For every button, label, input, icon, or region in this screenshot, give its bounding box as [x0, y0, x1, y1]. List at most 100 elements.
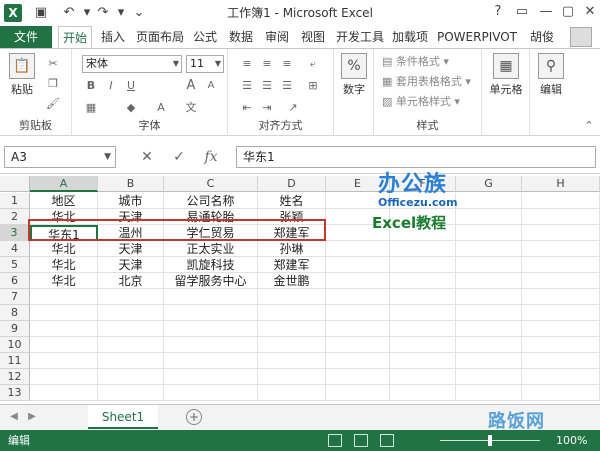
table-cell[interactable] [390, 369, 456, 385]
close-button[interactable]: ✕ [578, 2, 600, 22]
help-button[interactable]: ? [486, 2, 510, 22]
row-header-10[interactable]: 10 [0, 337, 30, 353]
table-cell[interactable] [390, 241, 456, 257]
table-cell[interactable] [390, 273, 456, 289]
table-cell[interactable] [164, 305, 258, 321]
table-cell[interactable] [164, 321, 258, 337]
select-all-corner[interactable] [0, 176, 30, 192]
collapse-ribbon-icon[interactable]: ⌃ [580, 117, 598, 135]
table-cell[interactable] [30, 385, 98, 401]
fill-color-icon[interactable]: ◆ [122, 99, 140, 117]
column-header-a[interactable]: A [30, 176, 98, 192]
table-cell[interactable] [30, 337, 98, 353]
active-cell[interactable]: 华东1 [30, 225, 98, 241]
prev-sheet-icon[interactable]: ◀ [6, 409, 22, 425]
table-cell[interactable] [258, 321, 326, 337]
next-sheet-icon[interactable]: ▶ [24, 409, 40, 425]
cancel-icon[interactable]: ✕ [136, 146, 158, 168]
worksheet-grid[interactable]: ABCDEFGH 1 2 3 4 5 6 7 8 9 10 11 12 13 地区 城市 公司名称 姓名 华北天… [0, 176, 600, 404]
align-left-icon[interactable]: ☰ [238, 77, 256, 95]
table-cell[interactable] [456, 273, 522, 289]
table-cell[interactable] [456, 369, 522, 385]
font-size-select[interactable]: 11 ▼ [186, 55, 224, 73]
shrink-font-button[interactable]: A [202, 77, 220, 95]
row-header-9[interactable]: 9 [0, 321, 30, 337]
table-cell[interactable] [258, 337, 326, 353]
table-cell[interactable] [164, 385, 258, 401]
font-color-icon[interactable]: A [152, 99, 170, 117]
table-cell[interactable]: 留学服务中心 [164, 273, 258, 289]
row-header-11[interactable]: 11 [0, 353, 30, 369]
orientation-icon[interactable]: ↗ [284, 99, 302, 117]
table-cell[interactable] [390, 337, 456, 353]
tab-powerpivot[interactable]: POWERPIVOT [434, 26, 520, 48]
row-header-12[interactable]: 12 [0, 369, 30, 385]
row-header-8[interactable]: 8 [0, 305, 30, 321]
table-cell[interactable]: 学仁贸易 [164, 225, 258, 241]
tab-review[interactable]: 审阅 [262, 26, 292, 48]
format-painter-icon[interactable]: 🖌 [44, 95, 62, 113]
redo-dropdown-icon[interactable]: ▾ [112, 4, 130, 22]
table-cell[interactable] [522, 209, 600, 225]
increase-indent-icon[interactable]: ⇥ [258, 99, 276, 117]
row-header-13[interactable]: 13 [0, 385, 30, 401]
table-cell[interactable]: 姓名 [258, 193, 326, 209]
table-cell[interactable] [164, 369, 258, 385]
cells-button[interactable]: ▦ 单元格 [486, 53, 526, 97]
cut-icon[interactable]: ✂ [44, 55, 62, 73]
table-cell[interactable]: 华北 [30, 273, 98, 289]
column-header-h[interactable]: H [522, 176, 600, 192]
table-cell[interactable]: 天津 [98, 257, 164, 273]
table-cell[interactable] [326, 321, 390, 337]
table-cell[interactable] [456, 337, 522, 353]
row-header-5[interactable]: 5 [0, 257, 30, 273]
copy-icon[interactable]: ❐ [44, 75, 62, 93]
number-format-button[interactable]: % 数字 [338, 53, 370, 97]
table-cell[interactable] [522, 289, 600, 305]
page-layout-view-button[interactable] [354, 434, 368, 447]
table-cell[interactable] [456, 385, 522, 401]
table-cell[interactable] [390, 321, 456, 337]
merge-center-icon[interactable]: ⊞ [304, 77, 322, 95]
table-cell[interactable] [30, 369, 98, 385]
column-header-b[interactable]: B [98, 176, 164, 192]
table-cell[interactable] [326, 369, 390, 385]
customize-toolbar-icon[interactable]: ⌄ [130, 4, 148, 22]
table-cell[interactable] [98, 353, 164, 369]
border-icon[interactable]: ▦ [82, 99, 100, 117]
table-cell[interactable] [30, 321, 98, 337]
redo-icon[interactable]: ↷ [94, 4, 112, 22]
table-cell[interactable] [522, 305, 600, 321]
formula-input[interactable]: 华东1 [236, 146, 596, 168]
name-box[interactable]: A3 ▼ [4, 146, 116, 168]
tab-file[interactable]: 文件 [0, 26, 52, 48]
table-cell[interactable] [258, 369, 326, 385]
italic-button[interactable]: I [102, 77, 120, 95]
table-cell[interactable] [522, 353, 600, 369]
table-cell[interactable] [258, 289, 326, 305]
conditional-format-button[interactable]: ▤ 条件格式 ▾ [382, 53, 449, 71]
tab-add-ins[interactable]: 加载项 [390, 26, 430, 48]
align-bottom-icon[interactable]: ≡ [278, 55, 296, 73]
table-cell[interactable] [522, 257, 600, 273]
table-cell[interactable] [258, 385, 326, 401]
table-cell[interactable] [30, 305, 98, 321]
paste-button[interactable]: 📋 粘贴 [6, 53, 38, 97]
table-cell[interactable] [522, 321, 600, 337]
table-cell[interactable]: 正太实业 [164, 241, 258, 257]
column-header-c[interactable]: C [164, 176, 258, 192]
wrap-text-icon[interactable]: ⤶ [304, 55, 322, 73]
maximize-button[interactable]: ▢ [556, 2, 580, 22]
table-cell[interactable] [164, 289, 258, 305]
table-cell[interactable] [390, 289, 456, 305]
table-cell[interactable] [522, 241, 600, 257]
row-header-7[interactable]: 7 [0, 289, 30, 305]
phonetic-icon[interactable]: 文 [182, 99, 200, 117]
table-cell[interactable]: 华北 [30, 241, 98, 257]
table-cell[interactable] [258, 305, 326, 321]
table-cell[interactable]: 孙琳 [258, 241, 326, 257]
editing-button[interactable]: ⚲ 编辑 [534, 53, 568, 97]
table-cell[interactable] [326, 305, 390, 321]
table-cell[interactable] [258, 353, 326, 369]
column-header-d[interactable]: D [258, 176, 326, 192]
